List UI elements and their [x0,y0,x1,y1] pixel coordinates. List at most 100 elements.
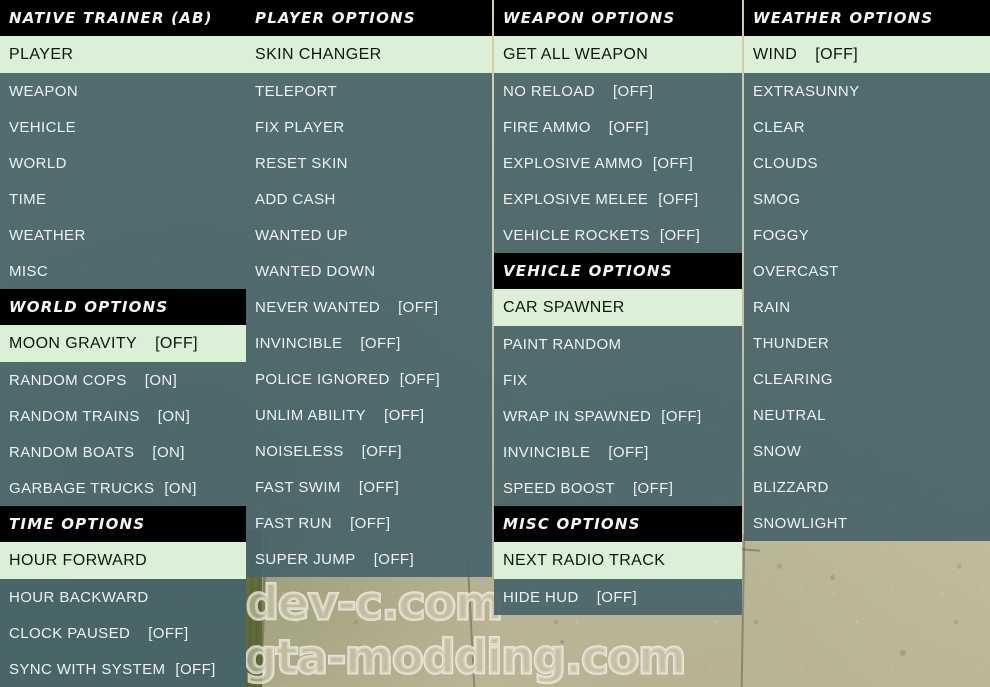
menu-item-wanted-down[interactable]: WANTED DOWN [246,253,492,289]
menu-item-weapon[interactable]: WEAPON [0,73,246,109]
menu-item-value: [ON] [152,443,185,461]
menu-item-fast-run[interactable]: FAST RUN [OFF] [246,505,492,541]
menu-item-explosive-melee[interactable]: EXPLOSIVE MELEE [OFF] [494,181,742,217]
menu-item-label: SKIN CHANGER [255,45,382,63]
menu-item-label: WEATHER [9,226,86,244]
menu-item-wanted-up[interactable]: WANTED UP [246,217,492,253]
menu-item-invincible[interactable]: INVINCIBLE [OFF] [246,325,492,361]
menu-item-value: [OFF] [360,334,401,352]
menu-item-get-all-weapon[interactable]: GET ALL WEAPON [494,36,742,73]
menu-item-label: RANDOM BOATS [9,443,135,461]
menu-item-clear[interactable]: CLEAR [744,109,990,145]
menu-item-value: [ON] [144,371,178,389]
menu-item-label: FIRE AMMO [503,118,591,136]
menu-item-fix-player[interactable]: FIX PLAYER [246,109,492,145]
menu-item-rain[interactable]: RAIN [744,289,990,325]
menu-item-police-ignored[interactable]: POLICE IGNORED [OFF] [246,361,492,397]
menu-item-hide-hud[interactable]: HIDE HUD [OFF] [494,579,742,615]
menu-item-value: [OFF] [632,479,674,497]
menu-item-never-wanted[interactable]: NEVER WANTED [OFF] [246,289,492,325]
menu-item-label: VEHICLE ROCKETS [503,226,650,244]
menu-item-reset-skin[interactable]: RESET SKIN [246,145,492,181]
pavement-speck-3 [830,575,835,580]
menu-item-neutral[interactable]: NEUTRAL [744,397,990,433]
menu-item-garbage-trucks[interactable]: GARBAGE TRUCKS [ON] [0,470,246,506]
menu-item-label: NEXT RADIO TRACK [503,551,666,569]
section-title-vehicle-options: VEHICLE OPTIONS [494,253,742,289]
menu-item-vehicle-rockets[interactable]: VEHICLE ROCKETS [OFF] [494,217,742,253]
menu-item-label: FOGGY [753,226,810,244]
menu-item-label: WRAP IN SPAWNED [503,407,652,425]
menu-item-wind[interactable]: WIND [OFF] [744,36,990,73]
menu-item-value: [OFF] [596,588,638,606]
menu-item-skin-changer[interactable]: SKIN CHANGER [246,36,492,73]
menu-item-label: PLAYER [9,45,74,63]
menu-item-wrap-in-spawned[interactable]: WRAP IN SPAWNED [OFF] [494,398,742,434]
menu-item-value: [OFF] [608,443,649,461]
menu-item-label: EXPLOSIVE MELEE [503,190,649,208]
menu-item-thunder[interactable]: THUNDER [744,325,990,361]
menu-item-super-jump[interactable]: SUPER JUMP [OFF] [246,541,492,577]
menu-item-clock-paused[interactable]: CLOCK PAUSED [OFF] [0,615,246,651]
menu-item-time[interactable]: TIME [0,181,246,217]
menu-item-value: [OFF] [148,624,189,642]
menu-item-value: [OFF] [661,407,702,425]
menu-item-hour-forward[interactable]: HOUR FORWARD [0,542,246,579]
menu-item-label: HOUR BACKWARD [9,588,149,606]
menu-item-invincible[interactable]: INVINCIBLE [OFF] [494,434,742,470]
menu-item-snow[interactable]: SNOW [744,433,990,469]
menu-item-label: SNOW [753,442,802,460]
menu-item-random-boats[interactable]: RANDOM BOATS [ON] [0,434,246,470]
menu-item-overcast[interactable]: OVERCAST [744,253,990,289]
menu-item-label: NOISELESS [255,442,344,460]
menu-item-foggy[interactable]: FOGGY [744,217,990,253]
menu-item-hour-backward[interactable]: HOUR BACKWARD [0,579,246,615]
menu-item-unlim-ability[interactable]: UNLIM ABILITY [OFF] [246,397,492,433]
menu-item-label: WIND [753,45,798,63]
menu-item-label: SUPER JUMP [255,550,356,568]
menu-item-vehicle[interactable]: VEHICLE [0,109,246,145]
menu-item-smog[interactable]: SMOG [744,181,990,217]
menu-item-label: PAINT RANDOM [503,335,622,353]
menu-item-world[interactable]: WORLD [0,145,246,181]
menu-item-label: NEUTRAL [753,406,826,424]
menu-item-label: BLIZZARD [753,478,829,496]
menu-item-teleport[interactable]: TELEPORT [246,73,492,109]
menu-item-label: SYNC WITH SYSTEM [9,660,166,678]
menu-item-add-cash[interactable]: ADD CASH [246,181,492,217]
menu-item-snowlight[interactable]: SNOWLIGHT [744,505,990,541]
menu-item-player[interactable]: PLAYER [0,36,246,73]
menu-column-2: PLAYER OPTIONS SKIN CHANGER TELEPORT FIX PL… [246,0,492,577]
menu-item-extrasunny[interactable]: EXTRASUNNY [744,73,990,109]
menu-item-clouds[interactable]: CLOUDS [744,145,990,181]
menu-item-noiseless[interactable]: NOISELESS [OFF] [246,433,492,469]
menu-item-sync-with-system[interactable]: SYNC WITH SYSTEM [OFF] [0,651,246,687]
watermark-dev-c: dev-c.com [245,575,505,632]
menu-item-fast-swim[interactable]: FAST SWIM [OFF] [246,469,492,505]
menu-item-no-reload[interactable]: NO RELOAD [OFF] [494,73,742,109]
menu-item-label: HOUR FORWARD [9,551,148,569]
menu-item-blizzard[interactable]: BLIZZARD [744,469,990,505]
menu-item-car-spawner[interactable]: CAR SPAWNER [494,289,742,326]
menu-item-paint-random[interactable]: PAINT RANDOM [494,326,742,362]
menu-item-clearing[interactable]: CLEARING [744,361,990,397]
menu-item-label: TELEPORT [255,82,338,100]
menu-item-label: TIME [9,190,47,208]
menu-item-misc[interactable]: MISC [0,253,246,289]
menu-item-speed-boost[interactable]: SPEED BOOST [OFF] [494,470,742,506]
section-title-native-trainer-ab: NATIVE TRAINER (AB) [0,0,246,36]
menu-item-fire-ammo[interactable]: FIRE AMMO [OFF] [494,109,742,145]
menu-item-weather[interactable]: WEATHER [0,217,246,253]
menu-item-label: SPEED BOOST [503,479,615,497]
menu-item-next-radio-track[interactable]: NEXT RADIO TRACK [494,542,742,579]
menu-item-label: NEVER WANTED [255,298,381,316]
menu-item-explosive-ammo[interactable]: EXPLOSIVE AMMO [OFF] [494,145,742,181]
section-title-misc-options: MISC OPTIONS [494,506,742,542]
menu-item-label: UNLIM ABILITY [255,406,367,424]
menu-item-label: CLEAR [753,118,806,136]
menu-item-label: THUNDER [753,334,830,352]
menu-item-fix[interactable]: FIX [494,362,742,398]
menu-item-random-cops[interactable]: RANDOM COPS [ON] [0,362,246,398]
menu-item-random-trains[interactable]: RANDOM TRAINS [ON] [0,398,246,434]
menu-item-moon-gravity[interactable]: MOON GRAVITY [OFF] [0,325,246,362]
